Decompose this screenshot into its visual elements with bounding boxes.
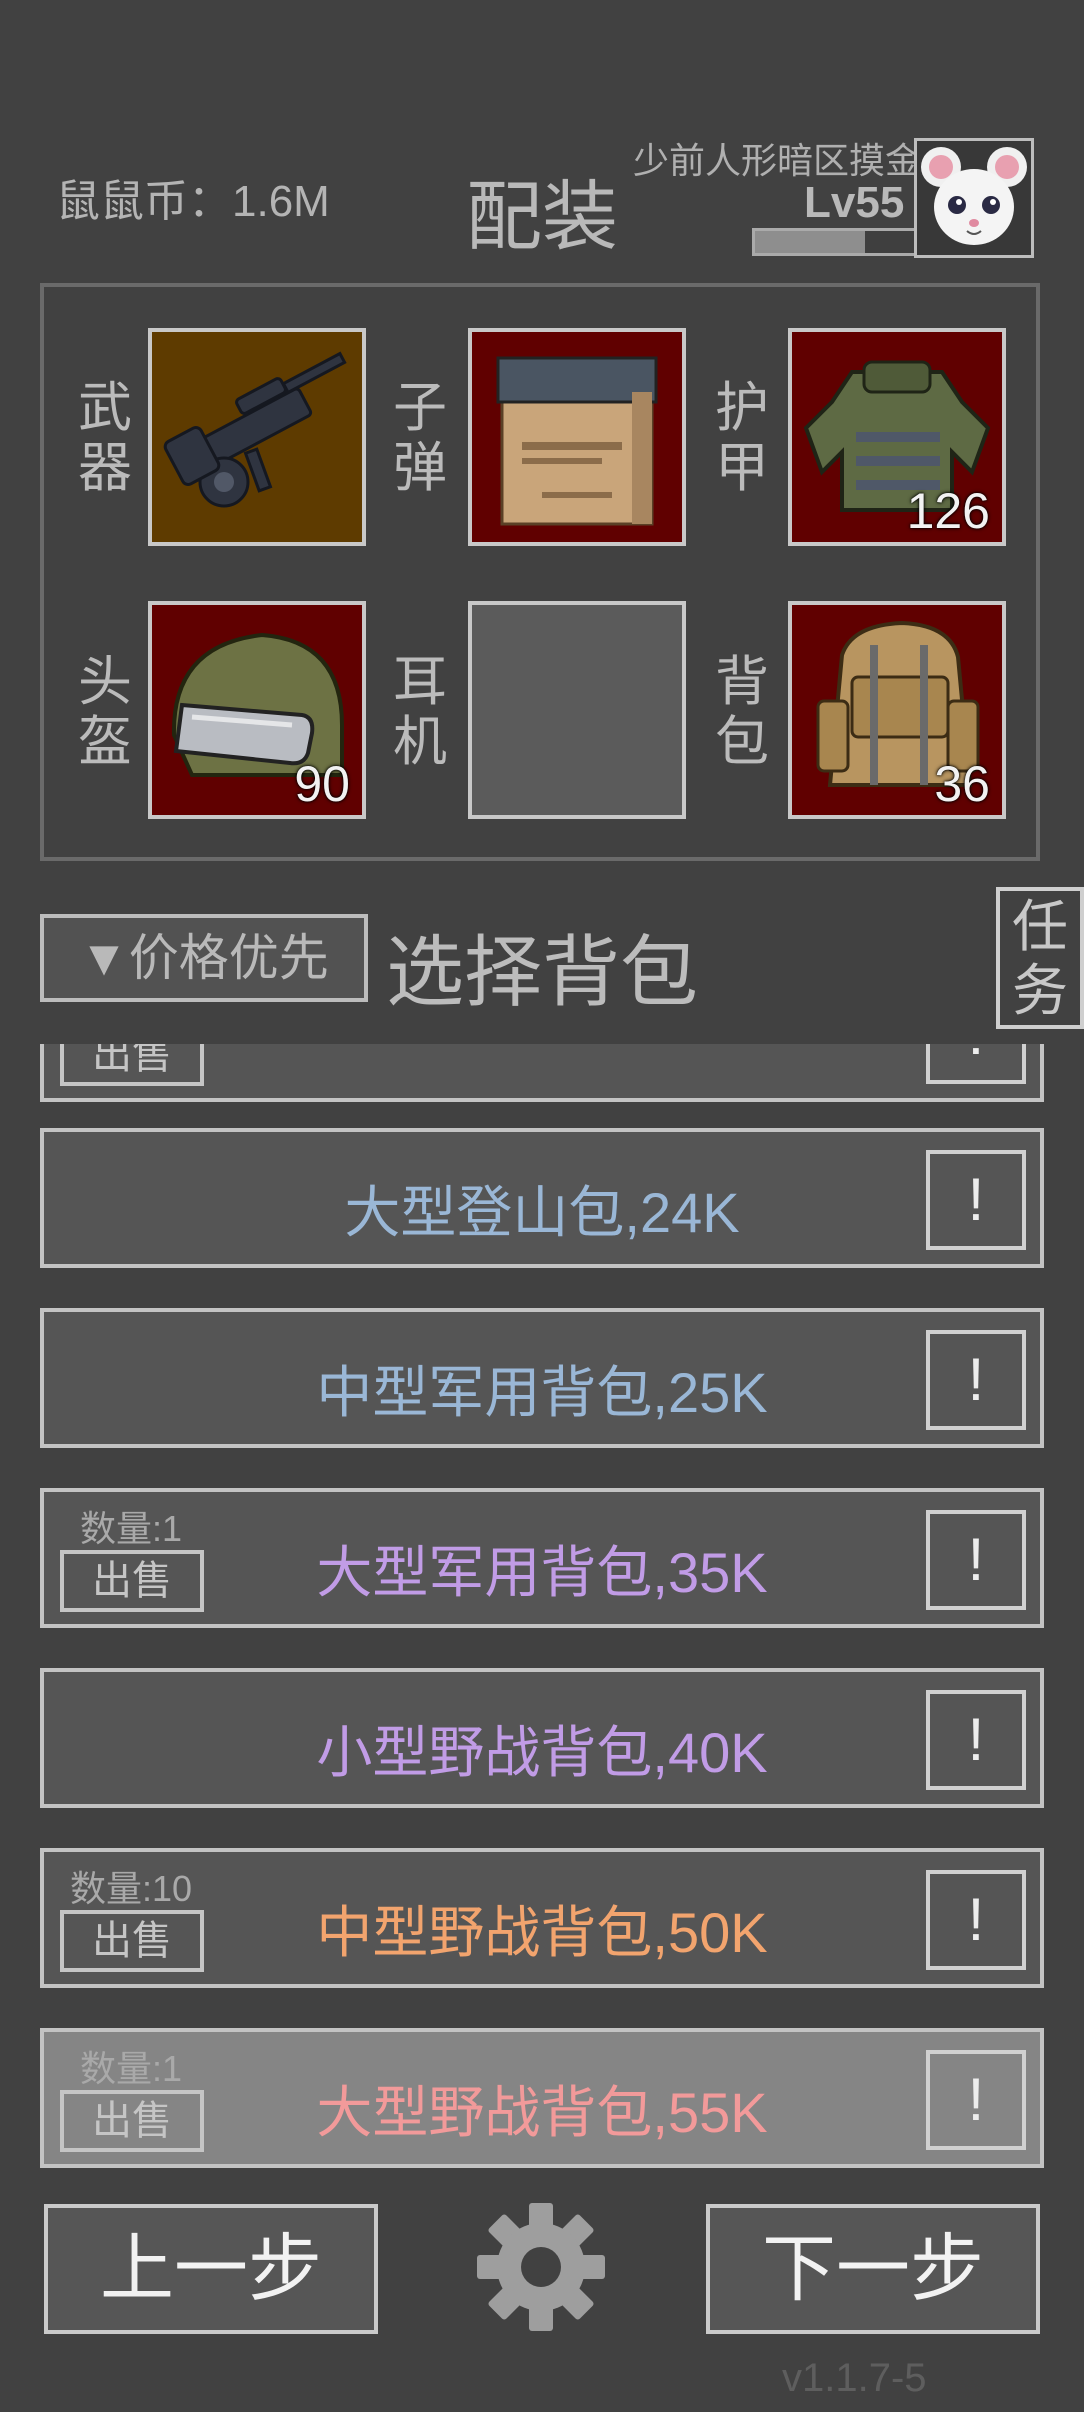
- slot-ammo[interactable]: [468, 328, 686, 546]
- player-name: 少前人形暗区摸金: [633, 140, 922, 181]
- list-item[interactable]: 大型登山包,24K !: [40, 1128, 1044, 1268]
- xp-bar-fill: [755, 231, 866, 253]
- section-title: 选择背包: [386, 928, 699, 1016]
- info-button[interactable]: !: [926, 1150, 1026, 1250]
- slot-label-weapon: 武器: [78, 378, 132, 498]
- slot-label-armor: 护甲: [715, 378, 769, 498]
- next-step-button[interactable]: 下一步: [706, 2204, 1040, 2334]
- mouse-avatar-icon: [921, 147, 1027, 245]
- info-button[interactable]: !: [926, 1690, 1026, 1790]
- slot-label-helmet: 头盔: [78, 652, 132, 772]
- item-name: 中型野战背包,50K: [316, 1901, 768, 1964]
- info-button[interactable]: !: [926, 1330, 1026, 1430]
- item-name: 小型野战背包,40K: [316, 1721, 768, 1784]
- backpack-durability: 36: [934, 756, 990, 812]
- prev-step-button[interactable]: 上一步: [44, 2204, 378, 2334]
- info-button[interactable]: !: [926, 1510, 1026, 1610]
- task-button[interactable]: 任务: [996, 887, 1084, 1029]
- list-item[interactable]: 出售 !: [40, 1044, 1044, 1102]
- slot-label-backpack: 背包: [715, 652, 769, 772]
- item-name: 大型野战背包,55K: [316, 2081, 768, 2144]
- task-button-label: 任务: [1012, 895, 1068, 1022]
- page-title: 配装: [466, 175, 618, 260]
- list-item-selected[interactable]: 数量:1 出售 大型野战背包,55K !: [40, 2028, 1044, 2168]
- slot-backpack[interactable]: 36: [788, 601, 1006, 819]
- list-item[interactable]: 数量:10 出售 中型野战背包,50K !: [40, 1848, 1044, 1988]
- item-name: 大型军用背包,35K: [316, 1541, 768, 1604]
- xp-bar: [752, 228, 920, 256]
- settings-button[interactable]: [474, 2200, 608, 2334]
- info-button[interactable]: !: [926, 1044, 1026, 1084]
- currency-display: 鼠鼠币：1.6M: [56, 177, 330, 226]
- slot-label-headset: 耳机: [393, 652, 447, 772]
- player-level: Lv55: [804, 178, 905, 227]
- sell-button[interactable]: 出售: [60, 1044, 204, 1086]
- armor-durability: 126: [906, 483, 990, 539]
- item-name: 中型军用背包,25K: [316, 1361, 768, 1424]
- slot-headset-empty[interactable]: [468, 601, 686, 819]
- list-item[interactable]: 小型野战背包,40K !: [40, 1668, 1044, 1808]
- slot-helmet[interactable]: 90: [148, 601, 366, 819]
- info-button[interactable]: !: [926, 1870, 1026, 1970]
- info-button[interactable]: !: [926, 2050, 1026, 2150]
- version-label: v1.1.7-5: [782, 2356, 927, 2400]
- list-item[interactable]: 中型军用背包,25K !: [40, 1308, 1044, 1448]
- slot-weapon[interactable]: [148, 328, 366, 546]
- slot-armor[interactable]: 126: [788, 328, 1006, 546]
- avatar[interactable]: [914, 138, 1034, 258]
- ammo-box-icon: [496, 356, 658, 526]
- machine-gun-icon: [163, 351, 347, 508]
- helmet-durability: 90: [294, 756, 350, 812]
- slot-label-ammo: 子弹: [393, 378, 447, 498]
- sort-price-button[interactable]: ▼价格优先: [40, 914, 368, 1002]
- list-item[interactable]: 数量:1 出售 大型军用背包,35K !: [40, 1488, 1044, 1628]
- item-name: 大型登山包,24K: [344, 1181, 740, 1244]
- backpack-list[interactable]: 出售 ! 大型登山包,24K ! 中型军用背包,25K ! 数量:1 出售 大型…: [0, 1044, 1084, 2178]
- gear-icon: [477, 2203, 605, 2331]
